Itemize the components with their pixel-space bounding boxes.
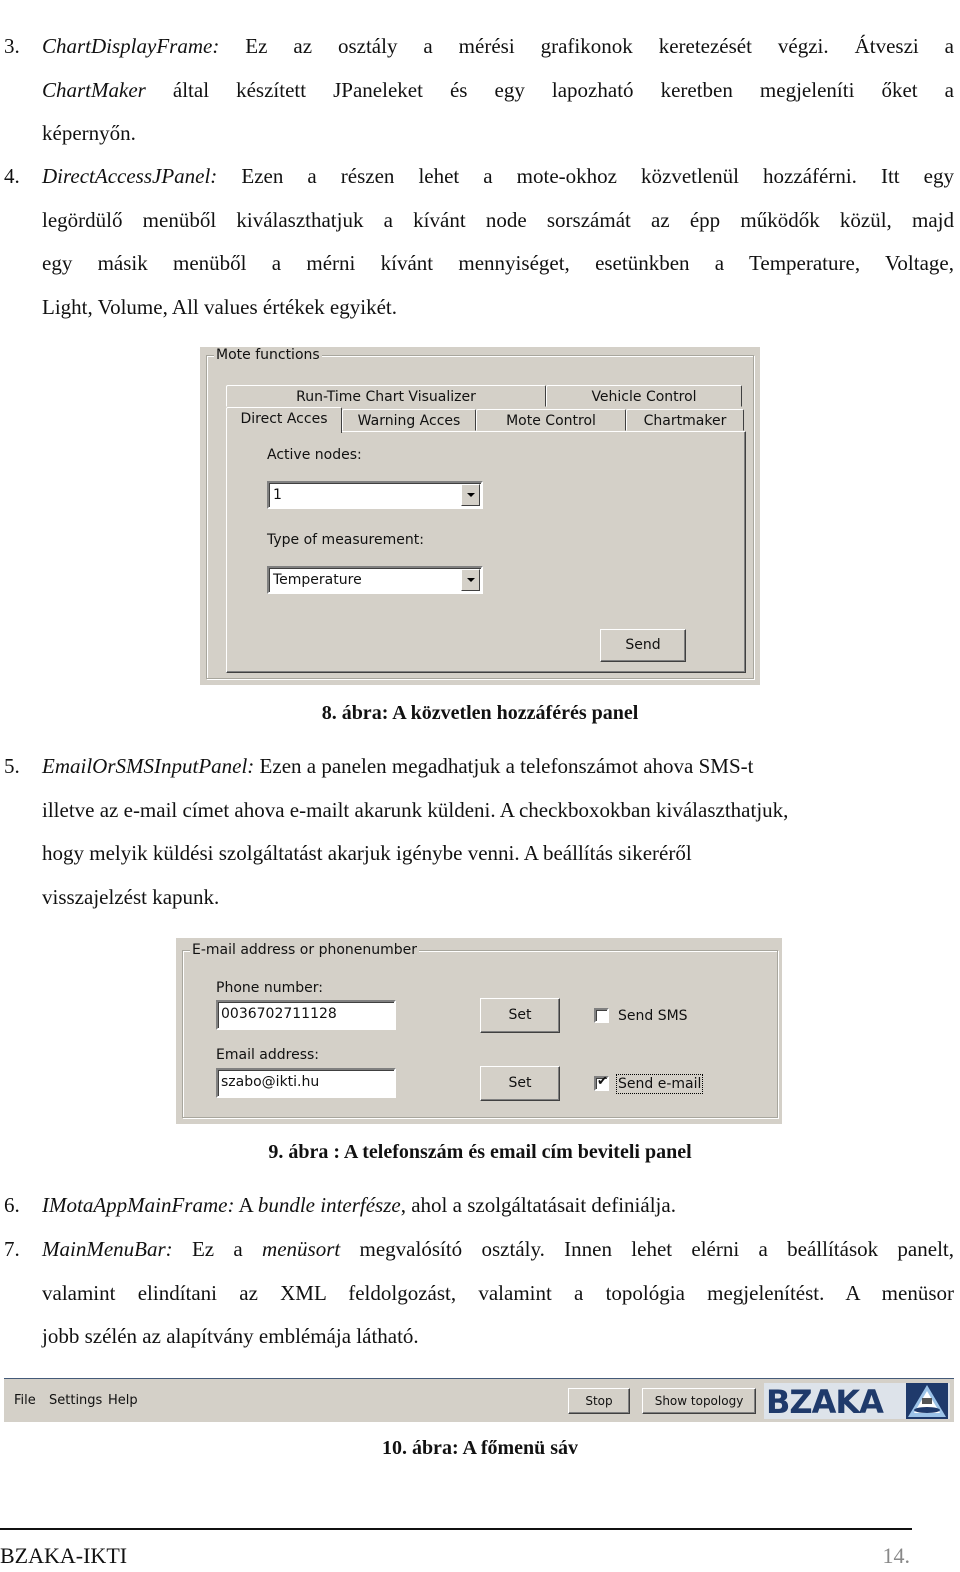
tab-vehicle-control[interactable]: Vehicle Control <box>546 385 742 407</box>
paragraph-imotaappmainframe: 6. IMotaAppMainFrame: A bundle interfész… <box>4 1184 954 1228</box>
paragraph-emailorsmsinputpanel: 5. EmailOrSMSInputPanel: Ezen a panelen … <box>4 745 954 919</box>
email-sms-panel-screenshot: E-mail address or phonenumber Phone numb… <box>176 938 782 1124</box>
main-menu-bar-screenshot: File Settings Help Stop Show topology BZ… <box>4 1378 954 1422</box>
class-name: DirectAccessJPanel: <box>42 164 218 188</box>
groupbox-title: Mote functions <box>214 347 322 363</box>
figure-8-caption: 8. ábra: A közvetlen hozzáférés panel <box>321 702 639 724</box>
send-button[interactable]: Send <box>600 629 686 662</box>
menu-settings[interactable]: Settings <box>49 1393 102 1408</box>
menu-help[interactable]: Help <box>108 1393 138 1408</box>
email-address-input[interactable]: szabo@ikti.hu <box>216 1068 396 1098</box>
logo-text: BZAKA <box>766 1383 884 1421</box>
measurement-type-value: Temperature <box>273 572 362 588</box>
menu-file[interactable]: File <box>14 1393 36 1408</box>
tab-chartmaker[interactable]: Chartmaker <box>626 409 744 431</box>
phone-number-input[interactable]: 0036702711128 <box>216 1000 396 1030</box>
bzaka-logo: BZAKA <box>764 1383 950 1421</box>
paragraph-chartdisplayframe: 3. ChartDisplayFrame: Ez az osztály a mé… <box>4 25 954 156</box>
phone-number-label: Phone number: <box>216 980 323 996</box>
class-name: ChartMaker <box>42 77 146 102</box>
list-number: 3. <box>4 34 20 58</box>
tab-warning-acces[interactable]: Warning Acces <box>342 409 476 431</box>
foundation-emblem-icon <box>906 1383 948 1419</box>
active-nodes-label: Active nodes: <box>267 447 362 463</box>
class-name: ChartDisplayFrame: <box>42 34 220 58</box>
send-sms-label[interactable]: Send SMS <box>618 1008 688 1024</box>
set-email-button[interactable]: Set <box>480 1066 560 1101</box>
chevron-down-icon[interactable] <box>461 484 480 506</box>
class-name: MainMenuBar: <box>42 1237 173 1261</box>
tab-run-time-chart-visualizer[interactable]: Run-Time Chart Visualizer <box>226 385 546 407</box>
measurement-type-label: Type of measurement: <box>267 532 424 548</box>
class-name: EmailOrSMSInputPanel: <box>42 754 255 778</box>
page-number: 14. <box>882 1543 911 1568</box>
paragraph-mainmenubar: 7. MainMenuBar: Ez a menüsort megvalósít… <box>4 1228 954 1359</box>
chevron-down-icon[interactable] <box>461 569 480 591</box>
send-sms-checkbox[interactable] <box>594 1008 609 1023</box>
footer-divider <box>0 1528 912 1530</box>
stop-button[interactable]: Stop <box>568 1388 630 1414</box>
direct-access-panel-screenshot: Mote functions Run-Time Chart Visualizer… <box>200 347 760 685</box>
list-number: 4. <box>4 164 20 188</box>
checkmark-icon: ✔ <box>597 1074 608 1089</box>
tab-mote-control[interactable]: Mote Control <box>476 409 626 431</box>
figure-9-caption: 9. ábra : A telefonszám és email cím bev… <box>268 1141 692 1163</box>
class-name: IMotaAppMainFrame: <box>42 1193 235 1217</box>
list-number: 5. <box>4 754 20 778</box>
measurement-type-dropdown[interactable]: Temperature <box>267 566 483 594</box>
send-email-checkbox[interactable]: ✔ <box>594 1074 609 1091</box>
paragraph-directaccessjpanel: 4. DirectAccessJPanel: Ezen a részen leh… <box>4 155 954 329</box>
tab-direct-acces[interactable]: Direct Acces <box>226 407 342 433</box>
show-topology-button[interactable]: Show topology <box>642 1388 756 1414</box>
groupbox-title: E-mail address or phonenumber <box>190 942 420 958</box>
email-address-label: Email address: <box>216 1047 320 1063</box>
active-nodes-value: 1 <box>273 487 282 503</box>
set-phone-button[interactable]: Set <box>480 998 560 1033</box>
list-number: 6. <box>4 1193 20 1217</box>
send-email-label[interactable]: Send e-mail <box>615 1074 704 1094</box>
list-number: 7. <box>4 1237 20 1261</box>
figure-10-caption: 10. ábra: A főmenü sáv <box>381 1437 579 1459</box>
footer-organization: BZAKA-IKTI <box>0 1543 128 1568</box>
active-nodes-dropdown[interactable]: 1 <box>267 481 483 509</box>
